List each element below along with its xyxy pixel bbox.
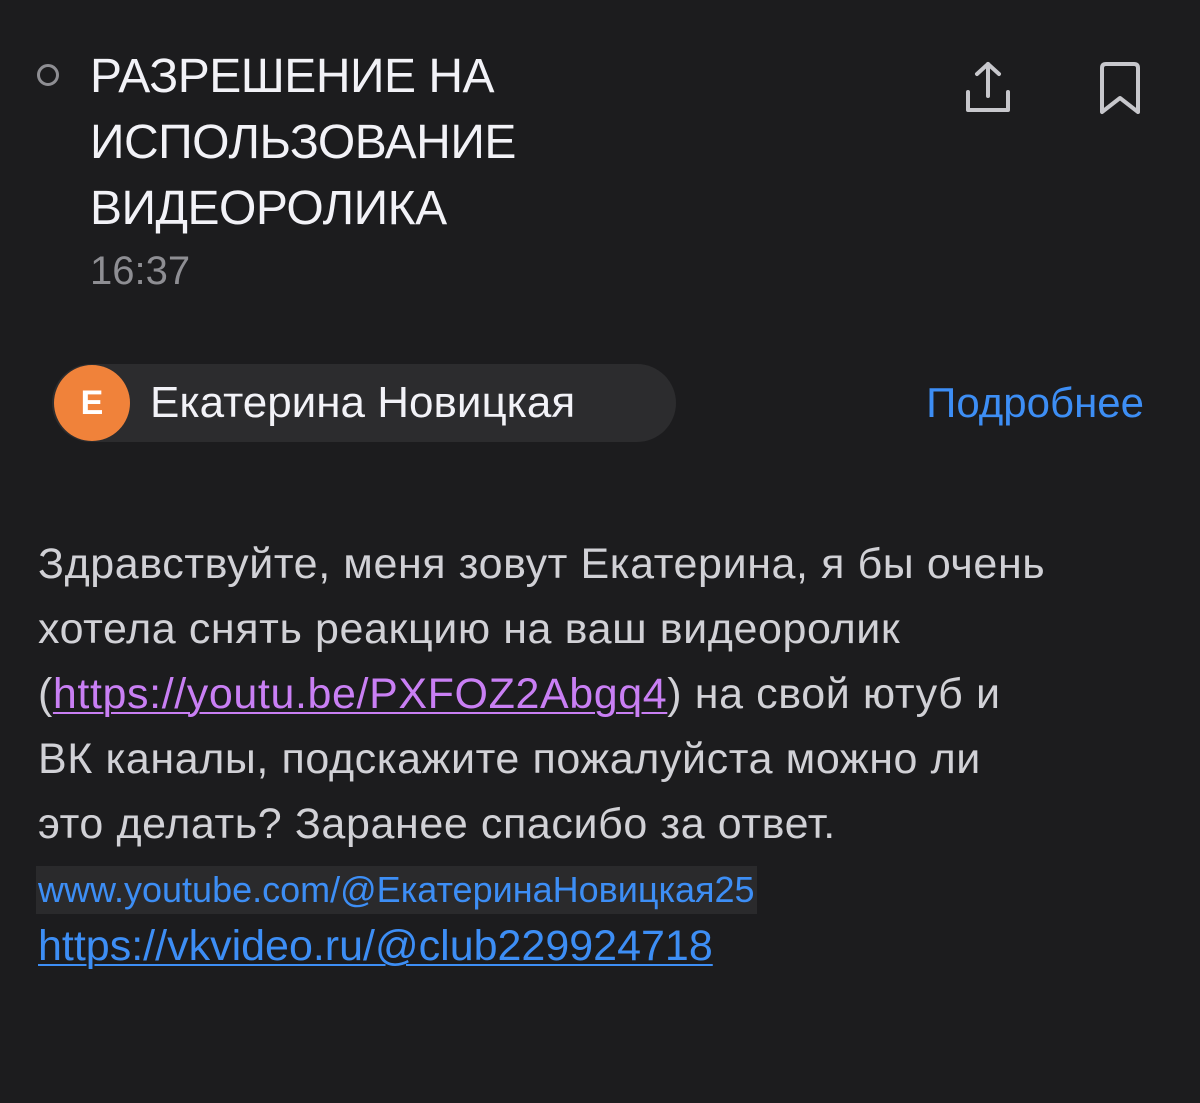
body-line: это делать? Заранее спасибо за ответ. <box>38 800 836 848</box>
message-body: Здравствуйте, меня зовут Екатерина, я бы… <box>38 532 1178 857</box>
video-link[interactable]: https://youtu.be/PXFOZ2Abgq4 <box>53 670 667 718</box>
message-time: 16:37 <box>90 249 191 293</box>
sender-name: Екатерина Новицкая <box>150 378 576 427</box>
bookmark-icon[interactable] <box>1092 58 1148 118</box>
details-link[interactable]: Подробнее <box>926 374 1144 432</box>
subject-line: РАЗРЕШЕНИЕ НА <box>90 50 495 103</box>
message-subject: РАЗРЕШЕНИЕ НА ИСПОЛЬЗОВАНИЕ ВИДЕОРОЛИКА <box>90 44 890 242</box>
subject-line: ВИДЕОРОЛИКА <box>90 182 447 235</box>
vk-channel-link[interactable]: https://vkvideo.ru/@club229924718 <box>38 918 713 974</box>
body-line: (https://youtu.be/PXFOZ2Abgq4) на свой ю… <box>38 662 1178 727</box>
avatar: Е <box>54 365 130 441</box>
body-line: ВК каналы, подскажите пожалуйста можно л… <box>38 735 981 783</box>
body-line: Здравствуйте, меня зовут Екатерина, я бы… <box>38 540 1046 588</box>
unread-indicator-icon[interactable] <box>37 64 59 86</box>
youtube-channel-link[interactable]: www.youtube.com/@ЕкатеринаНовицкая25 <box>36 866 757 914</box>
share-icon[interactable] <box>960 58 1016 118</box>
body-text-fragment: ) на свой ютуб и <box>667 670 1001 718</box>
body-line: хотела снять реакцию на ваш видеоролик <box>38 605 901 653</box>
sender-chip[interactable]: Е Екатерина Новицкая <box>52 364 676 442</box>
subject-line: ИСПОЛЬЗОВАНИЕ <box>90 116 516 169</box>
body-text-fragment: ( <box>38 670 53 718</box>
